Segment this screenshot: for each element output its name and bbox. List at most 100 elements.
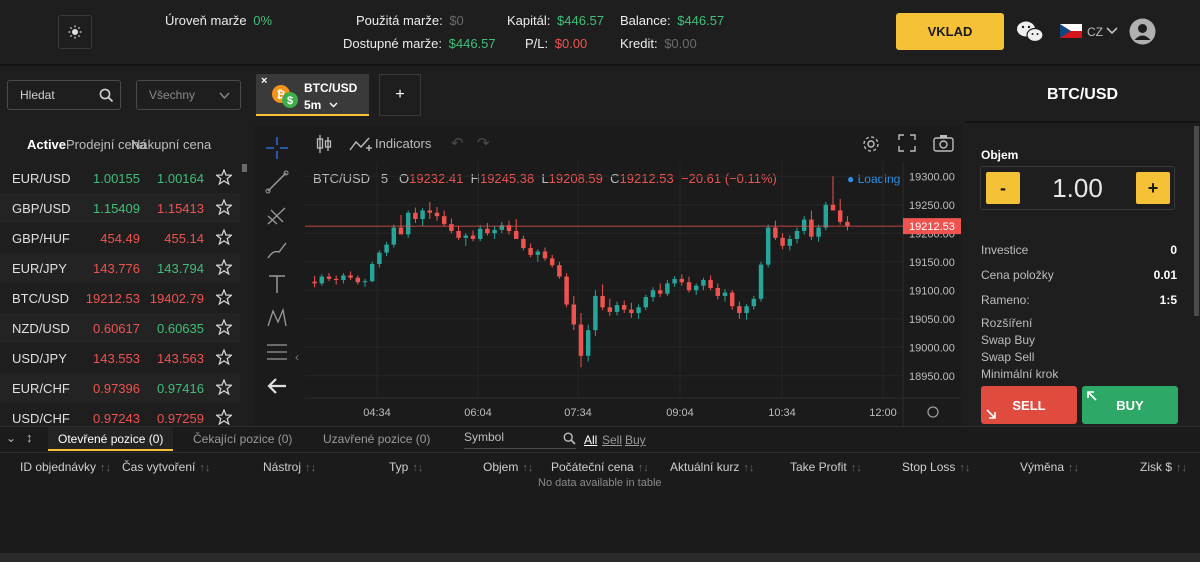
add-chart-tab-button[interactable]: + bbox=[379, 74, 421, 116]
watchlist-row[interactable]: NZD/USD 0.60617 0.60635 bbox=[0, 313, 240, 343]
language-label[interactable]: CZ bbox=[1087, 25, 1103, 39]
brush-icon[interactable] bbox=[265, 238, 289, 262]
settings-gear-icon[interactable] bbox=[861, 134, 881, 154]
volume-decrease-button[interactable]: - bbox=[986, 172, 1020, 204]
category-filter-select[interactable]: Všechny bbox=[136, 80, 241, 110]
sort-icon: ↑↓ bbox=[850, 462, 862, 474]
watchlist-scrollbar[interactable] bbox=[242, 164, 247, 172]
collapse-toolbar-icon[interactable]: ‹ bbox=[295, 350, 299, 364]
watchlist-row[interactable]: USD/JPY 143.553 143.563 bbox=[0, 343, 240, 373]
column-active[interactable]: Active bbox=[27, 137, 66, 152]
candle-body bbox=[665, 283, 670, 294]
language-selector[interactable] bbox=[1060, 24, 1082, 38]
camera-icon[interactable] bbox=[933, 134, 954, 152]
tab-closed-positions[interactable]: Uzavřené pozice (0) bbox=[323, 432, 430, 446]
trend-line-icon[interactable] bbox=[265, 170, 289, 194]
column-header[interactable]: Výměna ↑↓ bbox=[1020, 460, 1079, 474]
column-header[interactable]: Čas vytvoření ↑↓ bbox=[122, 460, 210, 474]
watchlist-row[interactable]: GBP/USD 1.15409 1.15413 bbox=[0, 193, 240, 223]
undo-icon[interactable]: ↶ bbox=[451, 134, 464, 152]
candle-body bbox=[319, 276, 325, 284]
watchlist-row[interactable]: EUR/CHF 0.97396 0.97416 bbox=[0, 373, 240, 403]
favorite-star-icon[interactable] bbox=[216, 229, 232, 245]
leverage-label: Rameno: bbox=[981, 293, 1030, 307]
crosshair-icon[interactable] bbox=[265, 136, 289, 160]
candle-body bbox=[398, 227, 404, 235]
column-header[interactable]: Objem ↑↓ bbox=[483, 460, 533, 474]
sell-button[interactable]: SELL bbox=[981, 386, 1077, 424]
filter-sell[interactable]: Sell bbox=[602, 433, 622, 447]
favorite-star-icon[interactable] bbox=[216, 199, 232, 215]
order-panel-scrollbar[interactable] bbox=[1194, 126, 1199, 316]
column-header[interactable]: Typ ↑↓ bbox=[389, 460, 423, 474]
deposit-button[interactable]: VKLAD bbox=[896, 13, 1004, 50]
watchlist-row[interactable]: BTC/USD 19212.53 19402.79 bbox=[0, 283, 240, 313]
candle-body bbox=[801, 219, 807, 231]
favorite-star-icon[interactable] bbox=[216, 379, 232, 395]
pattern-tool-icon[interactable] bbox=[265, 306, 289, 330]
favorite-star-icon[interactable] bbox=[216, 349, 232, 365]
column-header[interactable]: ID objednávky ↑↓ bbox=[20, 460, 111, 474]
y-tick-label: 19300.00 bbox=[909, 171, 955, 183]
favorite-star-icon[interactable] bbox=[216, 289, 232, 305]
chart-area[interactable]: ‹ Indicators ↶ ↷ BTC/USD 5 O19232.41 H19… bbox=[253, 126, 961, 426]
collapse-panel-icon[interactable]: ⌄ bbox=[6, 431, 16, 445]
favorite-star-icon[interactable] bbox=[216, 259, 232, 275]
column-header[interactable]: Stop Loss ↑↓ bbox=[902, 460, 970, 474]
favorite-star-icon[interactable] bbox=[216, 319, 232, 335]
close-tab-icon[interactable]: × bbox=[261, 75, 267, 87]
chevron-down-icon[interactable] bbox=[1106, 26, 1118, 36]
column-header[interactable]: Zisk $ ↑↓ bbox=[1140, 460, 1187, 474]
y-tick-label: 19050.00 bbox=[909, 314, 955, 326]
volume-input[interactable]: 1.00 bbox=[1025, 171, 1130, 205]
watchlist-row[interactable]: GBP/HUF 454.49 455.14 bbox=[0, 223, 240, 253]
candle-body bbox=[629, 309, 634, 314]
user-avatar-icon[interactable] bbox=[1129, 18, 1156, 45]
tab-pending-positions[interactable]: Čekající pozice (0) bbox=[193, 432, 292, 446]
favorite-star-icon[interactable] bbox=[216, 169, 232, 185]
theme-toggle-button[interactable] bbox=[58, 15, 92, 49]
search-input[interactable]: Hledat bbox=[7, 80, 121, 110]
indicators-icon[interactable] bbox=[349, 134, 373, 154]
candle-body bbox=[744, 306, 749, 314]
watchlist-row[interactable]: EUR/JPY 143.776 143.794 bbox=[0, 253, 240, 283]
candle-type-icon[interactable] bbox=[315, 134, 333, 154]
candle-body bbox=[413, 212, 418, 219]
x-tick-label: 04:34 bbox=[363, 407, 391, 419]
tab-open-positions[interactable]: Otevřené pozice (0) bbox=[48, 427, 174, 451]
column-ask[interactable]: Nákupní cena bbox=[131, 137, 211, 152]
x-tick-label: 10:34 bbox=[768, 407, 796, 419]
filter-buy[interactable]: Buy bbox=[625, 433, 646, 447]
volume-increase-button[interactable]: + bbox=[1136, 172, 1170, 204]
fullscreen-icon[interactable] bbox=[898, 134, 916, 152]
filter-all[interactable]: All bbox=[584, 433, 597, 447]
sort-icon: ↑↓ bbox=[412, 462, 424, 474]
chevron-down-icon[interactable] bbox=[329, 102, 338, 108]
resize-handle-icon[interactable]: ↕ bbox=[26, 430, 33, 445]
favorite-star-icon[interactable] bbox=[216, 409, 232, 425]
text-tool-icon[interactable] bbox=[265, 272, 289, 296]
redo-icon[interactable]: ↷ bbox=[477, 134, 490, 152]
fib-tool-icon[interactable] bbox=[265, 204, 289, 228]
watchlist-row[interactable]: EUR/USD 1.00155 1.00164 bbox=[0, 163, 240, 193]
arrow-up-left-icon bbox=[1087, 391, 1097, 401]
column-header[interactable]: Nástroj ↑↓ bbox=[263, 460, 316, 474]
column-header[interactable]: Aktuální kurz ↑↓ bbox=[670, 460, 754, 474]
candlestick-chart[interactable]: 19300.0019250.0019200.0019150.0019100.00… bbox=[305, 162, 961, 426]
tab-symbol: BTC/USD bbox=[304, 81, 358, 95]
tab-timeframe[interactable]: 5m bbox=[304, 98, 321, 112]
search-icon bbox=[99, 88, 114, 103]
column-header[interactable]: Take Profit ↑↓ bbox=[790, 460, 862, 474]
measure-tool-icon[interactable] bbox=[265, 340, 289, 364]
back-arrow-icon[interactable] bbox=[265, 374, 289, 398]
candle-body bbox=[441, 216, 447, 225]
equity-label: Kapitál: bbox=[507, 13, 551, 28]
tab-btc-usd[interactable]: × ₿ $ BTC/USD 5m bbox=[256, 74, 369, 116]
swap-sell-label: Swap Sell bbox=[981, 350, 1035, 364]
sort-icon: ↑↓ bbox=[637, 462, 649, 474]
wechat-icon[interactable] bbox=[1016, 20, 1044, 44]
indicators-label[interactable]: Indicators bbox=[375, 136, 431, 151]
column-header[interactable]: Počáteční cena ↑↓ bbox=[551, 460, 649, 474]
symbol-filter-input[interactable]: Symbol bbox=[464, 430, 576, 449]
buy-button[interactable]: BUY bbox=[1082, 386, 1178, 424]
